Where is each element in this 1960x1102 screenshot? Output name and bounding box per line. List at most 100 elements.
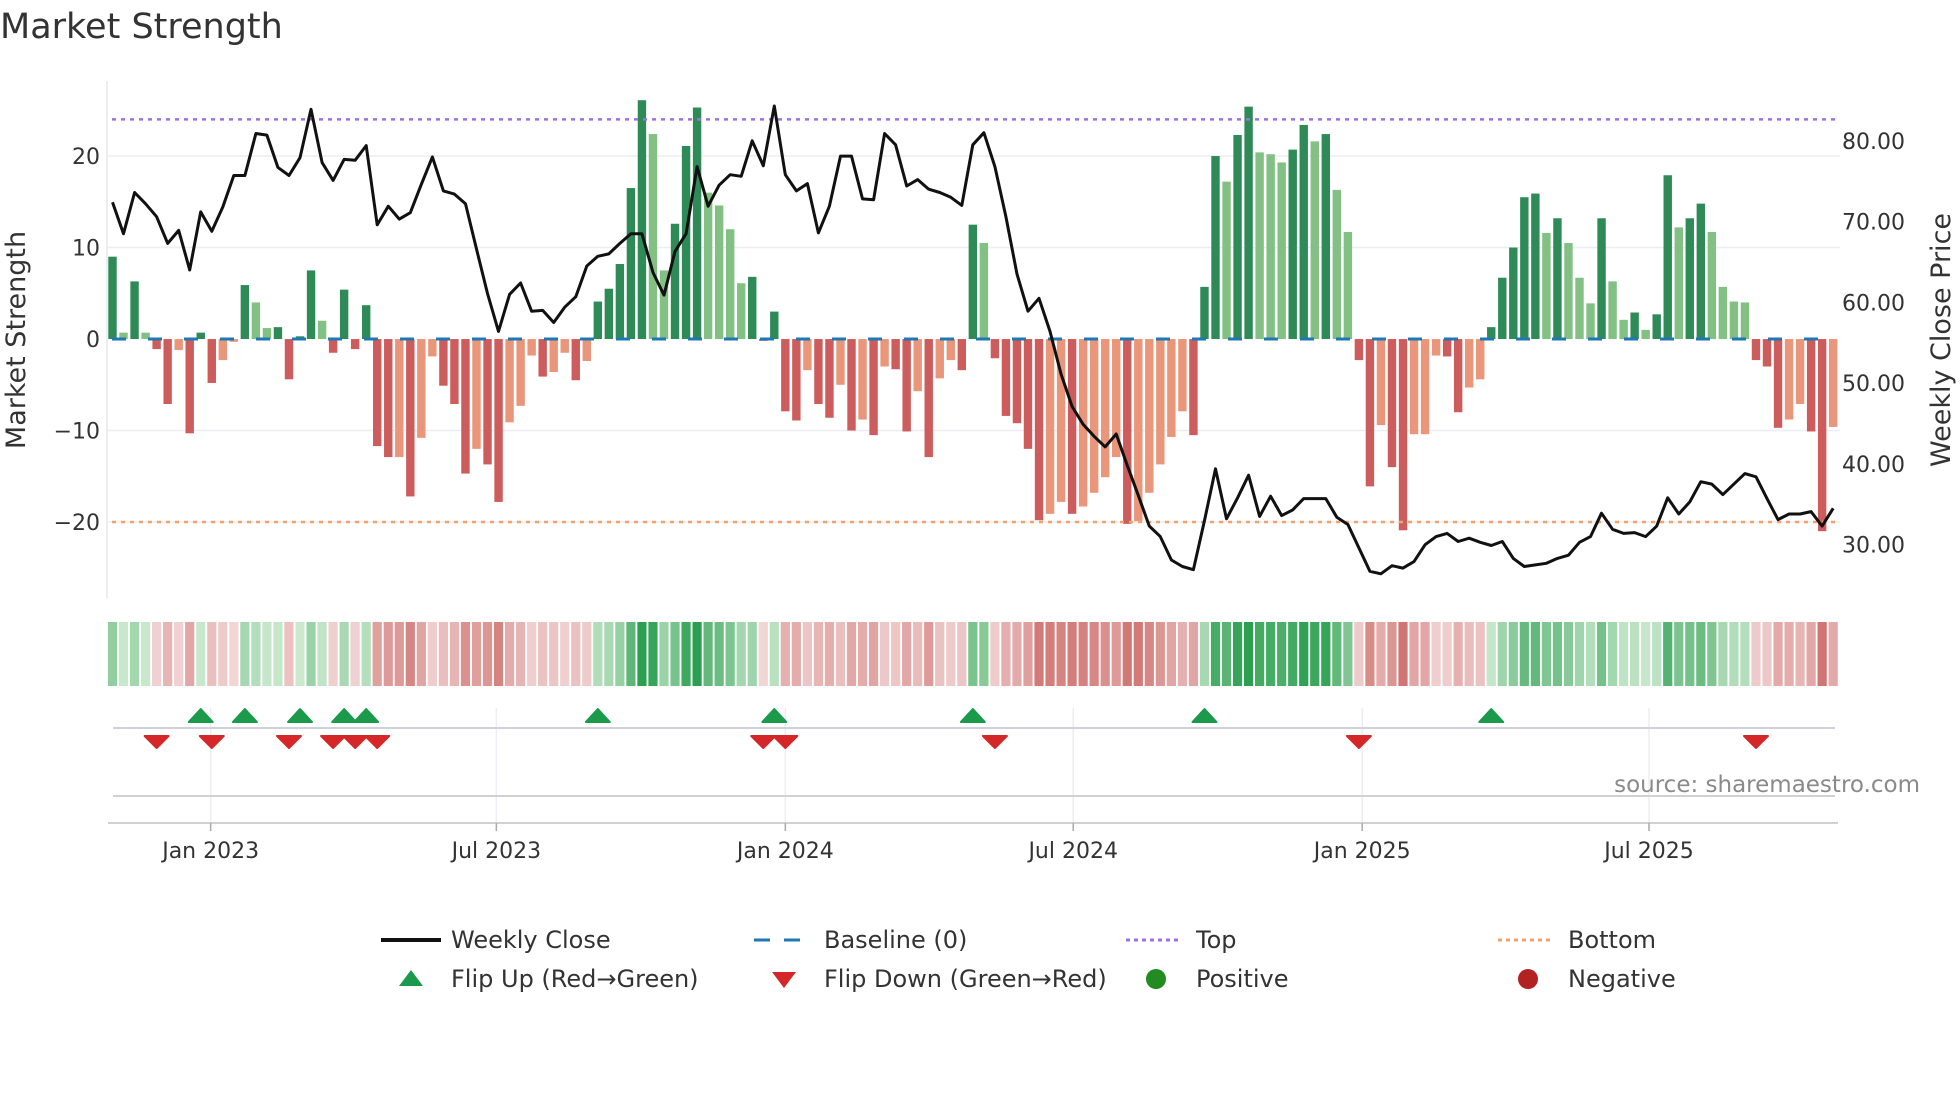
strip-cell bbox=[780, 622, 790, 686]
strip-cell bbox=[482, 622, 493, 686]
strip-cell bbox=[1740, 622, 1750, 686]
strip-cell bbox=[1729, 622, 1739, 686]
strength-bar bbox=[957, 339, 967, 371]
strength-bar bbox=[428, 339, 437, 357]
strength-bar bbox=[1343, 231, 1353, 340]
strength-bar bbox=[913, 339, 922, 392]
flip-up-marker bbox=[331, 708, 358, 723]
strength-heat-strip bbox=[107, 622, 1838, 686]
strength-bar bbox=[1145, 339, 1154, 493]
strength-bar bbox=[273, 327, 283, 340]
strength-bar bbox=[1630, 312, 1639, 340]
strength-bar bbox=[516, 339, 525, 406]
strip-cell bbox=[1387, 622, 1397, 686]
strength-bar bbox=[770, 311, 779, 340]
strip-cell bbox=[460, 622, 471, 686]
strength-bar bbox=[703, 192, 713, 340]
strength-bar bbox=[262, 328, 272, 340]
strip-cell bbox=[1188, 622, 1199, 686]
strip-cell bbox=[306, 622, 316, 686]
strip-cell bbox=[1596, 622, 1607, 686]
strength-bar bbox=[1420, 339, 1430, 435]
strength-bar bbox=[527, 339, 536, 356]
strip-cell bbox=[1817, 622, 1827, 686]
strength-bar bbox=[692, 107, 702, 340]
strip-cell bbox=[1497, 622, 1507, 686]
strength-bar bbox=[1520, 197, 1529, 340]
strength-bar bbox=[1729, 301, 1739, 340]
strip-cell bbox=[571, 622, 581, 686]
strip-cell bbox=[1409, 622, 1419, 686]
strip-cell bbox=[218, 622, 228, 686]
strength-bar bbox=[1034, 339, 1044, 521]
strip-cell bbox=[1100, 622, 1110, 686]
strip-cell bbox=[802, 622, 812, 686]
strip-cell bbox=[615, 622, 625, 686]
strip-cell bbox=[648, 622, 658, 686]
strength-bar bbox=[1795, 339, 1805, 405]
strip-cell bbox=[1288, 622, 1298, 686]
strip-cell bbox=[1354, 622, 1364, 686]
strength-bar bbox=[1740, 302, 1750, 340]
strength-bar bbox=[1365, 339, 1375, 487]
strip-cell bbox=[582, 622, 592, 686]
strip-cell bbox=[1255, 622, 1265, 686]
strength-bar bbox=[681, 145, 691, 340]
strength-bar bbox=[814, 339, 823, 405]
y2-tick-label: 40.00 bbox=[1842, 453, 1905, 478]
strip-cell bbox=[350, 622, 360, 686]
legend: Weekly Close Baseline (0) Top Bottom Flip Up… bbox=[381, 926, 1676, 993]
strength-bar bbox=[825, 339, 834, 418]
strip-cell bbox=[1001, 622, 1011, 686]
right-axis-ticks: 80.00 70.00 60.00 50.00 40.00 30.00 bbox=[1842, 130, 1905, 559]
strip-cell bbox=[1310, 622, 1320, 686]
strip-cell bbox=[1607, 622, 1618, 686]
strip-cell bbox=[1508, 622, 1518, 686]
flip-down-marker bbox=[1345, 735, 1372, 749]
strength-bar bbox=[1597, 218, 1606, 340]
strength-bar bbox=[979, 242, 989, 340]
strip-cell bbox=[1696, 622, 1706, 686]
strip-cell bbox=[1773, 622, 1783, 686]
strip-cell bbox=[1321, 622, 1331, 686]
strip-cell bbox=[163, 622, 173, 686]
strip-cell bbox=[935, 622, 945, 686]
strip-cell bbox=[129, 622, 140, 686]
strip-cell bbox=[1221, 622, 1232, 686]
strength-bar bbox=[1167, 339, 1176, 437]
strip-cell bbox=[1795, 622, 1805, 686]
strength-bar bbox=[240, 285, 250, 340]
strip-cell bbox=[891, 622, 901, 686]
flip-down-marker bbox=[981, 735, 1008, 749]
strength-bar bbox=[1398, 339, 1408, 531]
strip-cell bbox=[207, 622, 217, 686]
strength-bar bbox=[1817, 339, 1827, 532]
x-axis-ticks: Jan 2023 Jul 2023 Jan 2024 Jul 2024 Jan 2025… bbox=[160, 823, 1694, 864]
strip-cell bbox=[747, 622, 757, 686]
x-tick-label: Jul 2024 bbox=[1026, 839, 1118, 864]
strength-bar bbox=[417, 339, 426, 438]
strip-cell bbox=[560, 622, 570, 686]
strength-bar bbox=[317, 320, 327, 340]
strength-bar bbox=[1001, 339, 1011, 416]
strip-cell bbox=[1365, 622, 1375, 686]
strip-cell bbox=[1277, 622, 1287, 686]
strength-bar bbox=[1718, 286, 1728, 340]
strength-bar bbox=[946, 339, 955, 361]
strength-bar bbox=[1299, 124, 1308, 340]
legend-triangle-up-icon bbox=[399, 970, 423, 986]
strength-bar bbox=[858, 339, 867, 420]
strip-cell bbox=[1045, 622, 1055, 686]
strength-bar bbox=[1674, 227, 1683, 340]
strip-cell bbox=[1232, 622, 1243, 686]
legend-circle-icon bbox=[1518, 969, 1538, 989]
strip-cell bbox=[295, 622, 305, 686]
strength-bar bbox=[1531, 193, 1540, 340]
flip-down-marker bbox=[198, 735, 225, 749]
strip-cell bbox=[736, 622, 746, 686]
left-axis-ticks: 20 10 0 −10 −20 bbox=[54, 145, 100, 536]
strength-bar bbox=[1409, 339, 1419, 435]
strength-bar bbox=[130, 281, 139, 340]
strength-bar bbox=[571, 339, 580, 381]
strip-cell bbox=[1166, 622, 1176, 686]
